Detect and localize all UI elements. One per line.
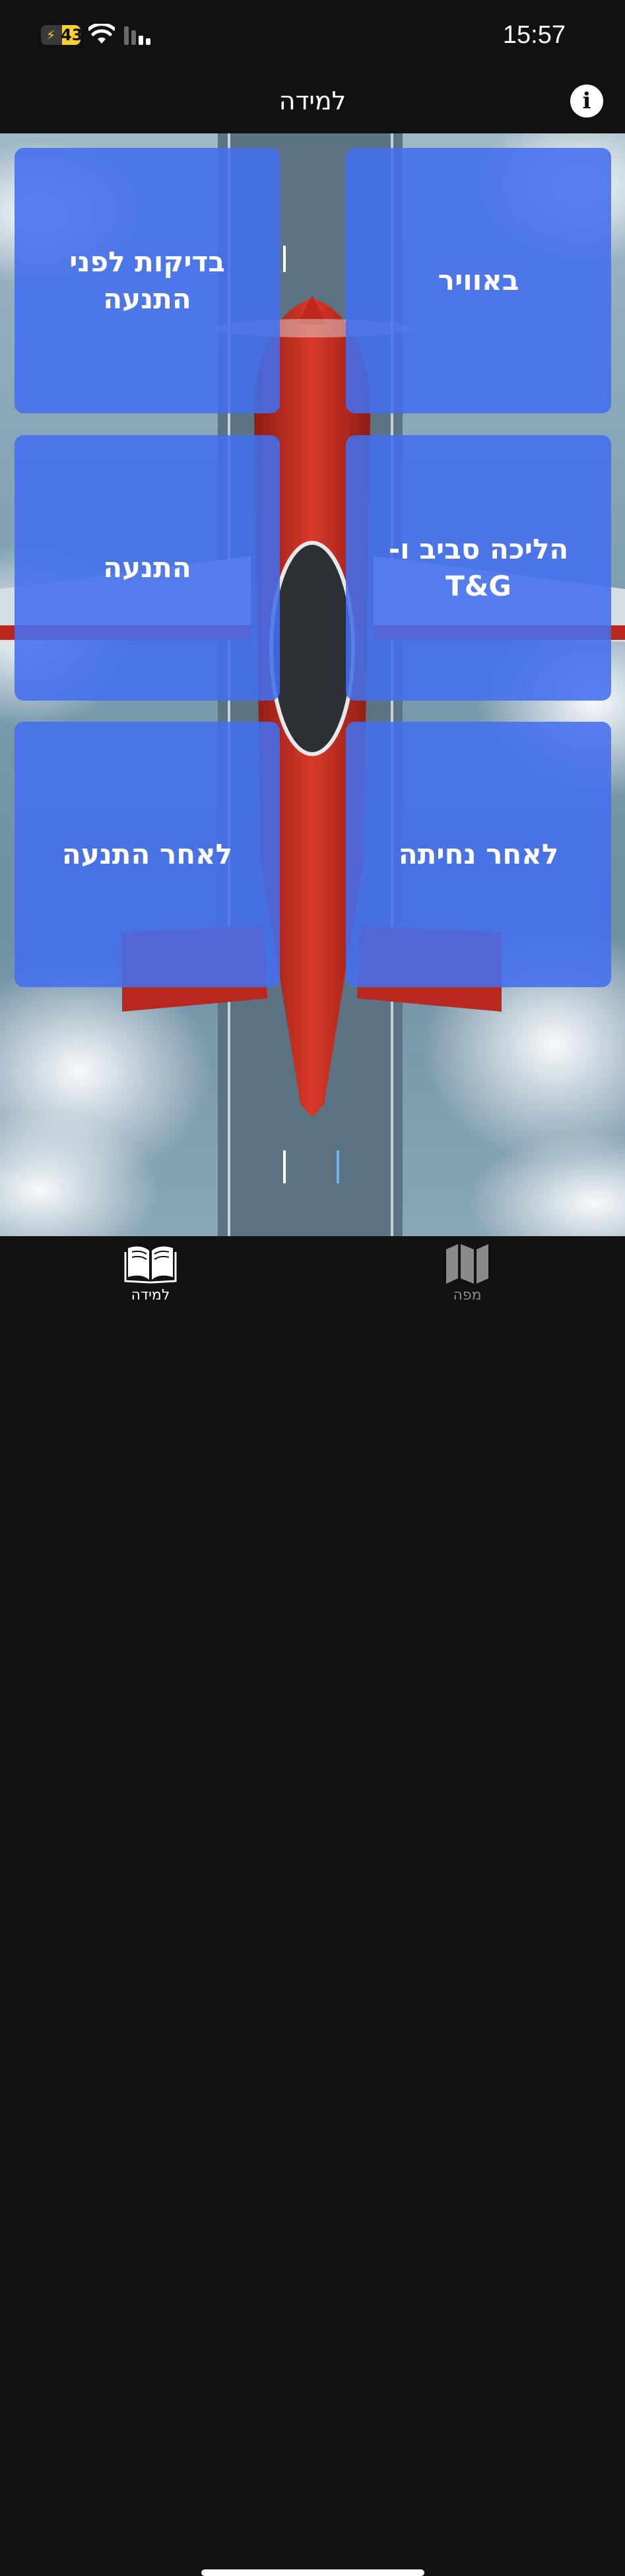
tile-label: הליכה סביב ו-T&G <box>388 533 569 602</box>
battery-level: 43 <box>61 26 81 44</box>
tile-label: לאחר נחיתה <box>398 838 559 870</box>
map-icon <box>446 1244 488 1284</box>
info-glyph: i <box>582 88 591 114</box>
tab-map[interactable]: מפה <box>401 1236 533 1309</box>
tile-after-landing[interactable]: לאחר נחיתה <box>346 722 611 987</box>
tile-walkaround-tg[interactable]: הליכה סביב ו-T&G <box>346 435 611 701</box>
tile-pre-start-checks[interactable]: בדיקות לפני התנעה <box>15 148 280 413</box>
tile-label: באוויר <box>438 264 519 296</box>
tile-label: התנעה <box>103 551 191 584</box>
tile-label: לאחר התנעה <box>61 838 233 870</box>
tile-after-start[interactable]: לאחר התנעה <box>15 722 280 987</box>
wifi-icon <box>88 24 115 44</box>
tile-label: בדיקות לפני התנעה <box>69 246 225 315</box>
tile-engine-start[interactable]: התנעה <box>15 435 280 701</box>
status-time: 15:57 <box>502 21 566 49</box>
info-icon[interactable]: i <box>570 85 603 118</box>
tile-in-air[interactable]: באוויר <box>346 148 611 413</box>
tab-label: מפה <box>453 1287 482 1304</box>
status-bar: ⚡ 43 15:57 <box>0 0 625 69</box>
bolt-icon: ⚡ <box>46 27 56 43</box>
tab-label: למידה <box>131 1287 170 1304</box>
home-indicator[interactable] <box>201 2569 424 2576</box>
learning-grid: באוויר בדיקות לפני התנעה הליכה סביב ו-T&… <box>0 133 625 1236</box>
battery-charging-icon: ⚡ 43 <box>41 25 81 45</box>
tab-learning[interactable]: למידה <box>84 1236 216 1309</box>
tab-bar: למידה מפה <box>0 1236 625 2576</box>
page-title: למידה <box>279 87 346 116</box>
open-book-icon <box>124 1246 177 1284</box>
cellular-signal-icon <box>124 26 150 45</box>
navigation-bar: למידה i <box>0 69 625 133</box>
